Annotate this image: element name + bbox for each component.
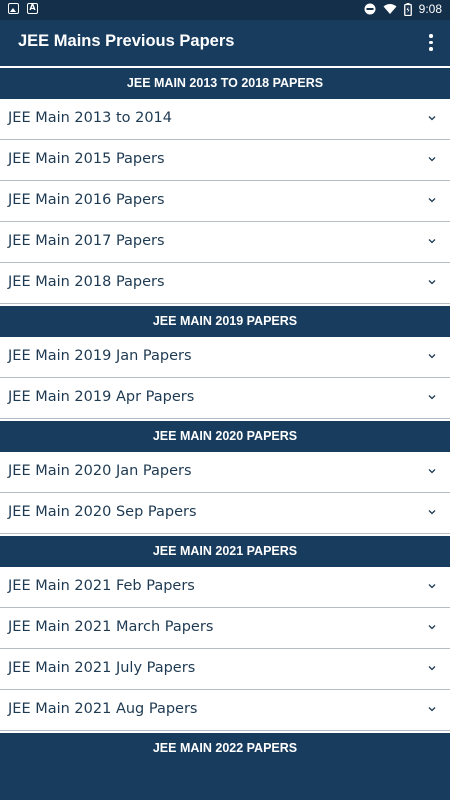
section-header: JEE MAIN 2021 PAPERS: [0, 534, 450, 567]
app-bar: JEE Mains Previous Papers: [0, 20, 450, 66]
battery-icon: [403, 2, 412, 16]
list-item-label: JEE Main 2021 March Papers: [8, 619, 214, 635]
list-item-label: JEE Main 2020 Sep Papers: [8, 504, 197, 520]
list-item[interactable]: JEE Main 2018 Papers: [0, 263, 450, 304]
chevron-down-icon[interactable]: [428, 155, 436, 163]
chevron-down-icon[interactable]: [428, 582, 436, 590]
papers-list: JEE MAIN 2013 TO 2018 PAPERS JEE Main 201…: [0, 66, 450, 764]
chevron-down-icon[interactable]: [428, 664, 436, 672]
list-item[interactable]: JEE Main 2020 Jan Papers: [0, 452, 450, 493]
list-item-label: JEE Main 2021 Feb Papers: [8, 578, 195, 594]
chevron-down-icon[interactable]: [428, 278, 436, 286]
chevron-down-icon[interactable]: [428, 352, 436, 360]
list-item[interactable]: JEE Main 2021 July Papers: [0, 649, 450, 690]
more-vert-icon[interactable]: [428, 34, 434, 52]
chevron-down-icon[interactable]: [428, 467, 436, 475]
wifi-icon: [383, 4, 397, 14]
chevron-down-icon[interactable]: [428, 196, 436, 204]
list-item[interactable]: JEE Main 2021 March Papers: [0, 608, 450, 649]
list-item[interactable]: JEE Main 2021 Feb Papers: [0, 567, 450, 608]
chevron-down-icon[interactable]: [428, 393, 436, 401]
list-item[interactable]: JEE Main 2016 Papers: [0, 181, 450, 222]
chevron-down-icon[interactable]: [428, 237, 436, 245]
list-item-label: JEE Main 2021 July Papers: [8, 660, 196, 676]
list-item-label: JEE Main 2017 Papers: [8, 233, 165, 249]
image-notification-icon: [8, 3, 19, 14]
section-header: JEE MAIN 2022 PAPERS: [0, 731, 450, 764]
list-item[interactable]: JEE Main 2021 Aug Papers: [0, 690, 450, 731]
do-not-disturb-icon: [364, 3, 376, 15]
list-item[interactable]: JEE Main 2015 Papers: [0, 140, 450, 181]
list-item-label: JEE Main 2013 to 2014: [8, 110, 173, 126]
list-item-label: JEE Main 2016 Papers: [8, 192, 165, 208]
list-item-label: JEE Main 2020 Jan Papers: [8, 463, 192, 479]
chevron-down-icon[interactable]: [428, 705, 436, 713]
section-header: JEE MAIN 2020 PAPERS: [0, 419, 450, 452]
list-item[interactable]: JEE Main 2017 Papers: [0, 222, 450, 263]
status-bar: A 9:08: [0, 0, 450, 20]
list-item[interactable]: JEE Main 2013 to 2014: [0, 99, 450, 140]
chevron-down-icon[interactable]: [428, 114, 436, 122]
list-item[interactable]: JEE Main 2019 Jan Papers: [0, 337, 450, 378]
app-title: JEE Mains Previous Papers: [18, 32, 235, 50]
list-item-label: JEE Main 2021 Aug Papers: [8, 701, 198, 717]
list-item[interactable]: JEE Main 2019 Apr Papers: [0, 378, 450, 419]
section-header: JEE MAIN 2019 PAPERS: [0, 304, 450, 337]
list-item-label: JEE Main 2019 Jan Papers: [8, 348, 192, 364]
list-item-label: JEE Main 2018 Papers: [8, 274, 165, 290]
list-item-label: JEE Main 2019 Apr Papers: [8, 389, 195, 405]
list-item-label: JEE Main 2015 Papers: [8, 151, 165, 167]
list-item[interactable]: JEE Main 2020 Sep Papers: [0, 493, 450, 534]
chevron-down-icon[interactable]: [428, 508, 436, 516]
status-time: 9:08: [418, 2, 442, 16]
a-notification-icon: A: [27, 3, 38, 14]
chevron-down-icon[interactable]: [428, 623, 436, 631]
section-header: JEE MAIN 2013 TO 2018 PAPERS: [0, 66, 450, 99]
